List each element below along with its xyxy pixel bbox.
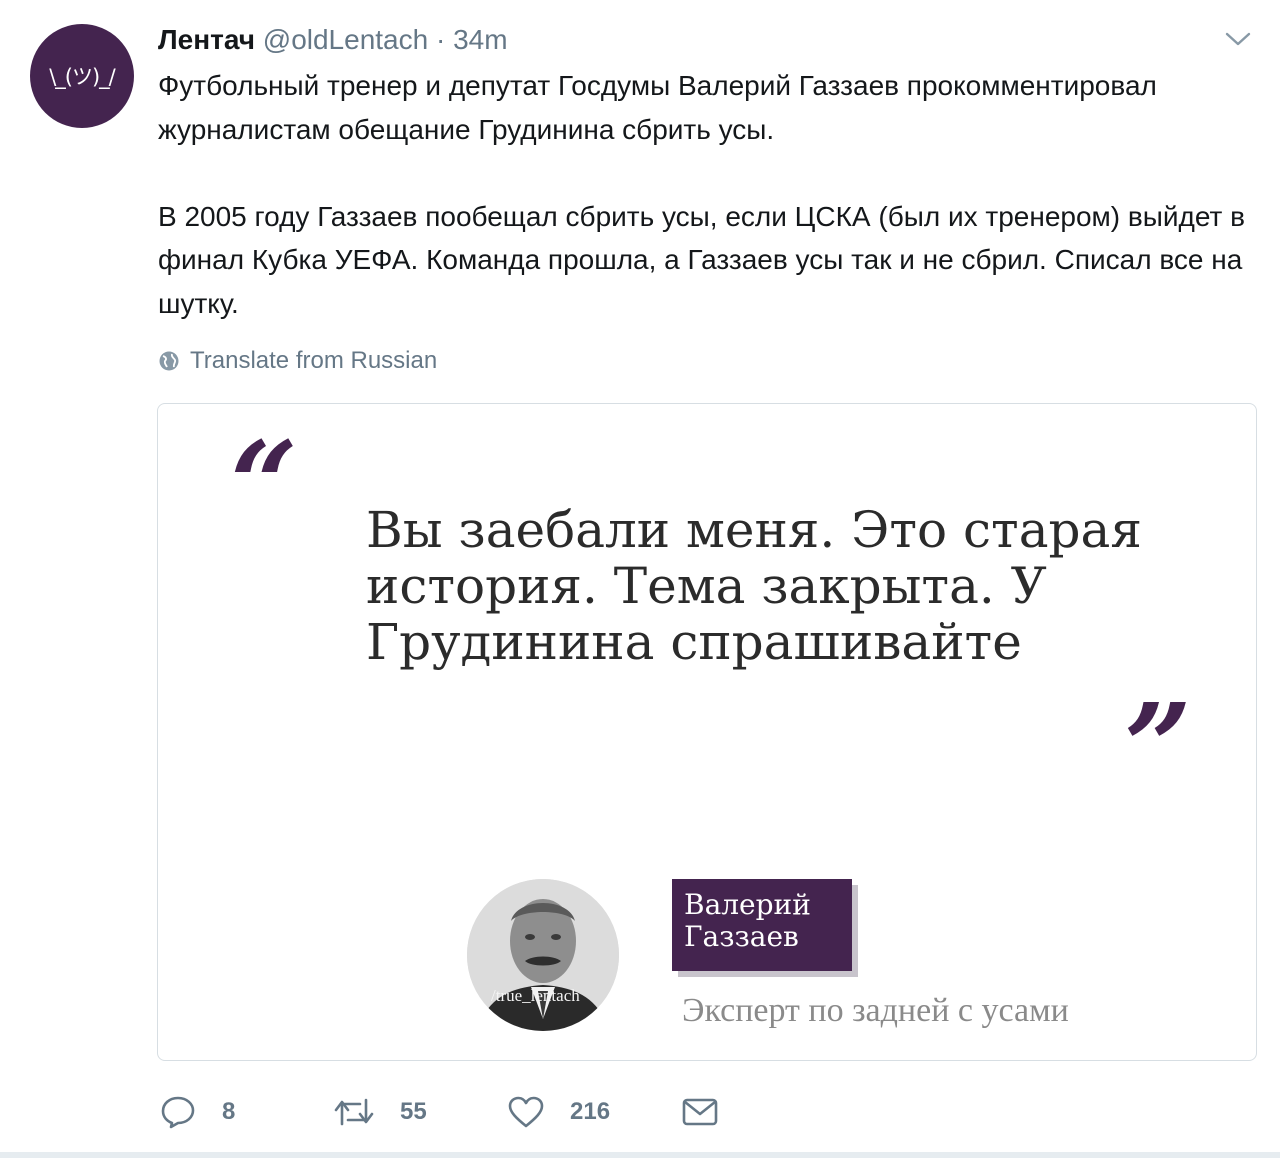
tweet-header: Лентач @oldLentach · 34m (158, 22, 508, 58)
quote-image-card[interactable]: “ Вы заебали меня. Это старая история. Т… (157, 403, 1257, 1061)
person-first-name: Валерий (684, 888, 811, 921)
like-count: 216 (570, 1098, 611, 1125)
like-button[interactable]: 216 (508, 1092, 610, 1132)
reply-icon (161, 1096, 195, 1129)
author-handle[interactable]: @oldLentach (263, 24, 428, 55)
envelope-icon (682, 1098, 718, 1126)
tweet-actions: 8 55 216 (160, 1092, 760, 1132)
avatar-logo-text: \_(ツ)_/ (49, 65, 116, 89)
retweet-button[interactable]: 55 (334, 1092, 427, 1132)
person-last-name: Газзаев (684, 920, 799, 953)
reply-count: 8 (222, 1098, 236, 1125)
retweet-icon (334, 1098, 374, 1126)
tweet-paragraph: В 2005 году Газзаев пообещал сбрить усы,… (158, 200, 1245, 319)
watermark-text: /true_lentach (491, 986, 580, 1005)
author-avatar[interactable]: \_(ツ)_/ (30, 24, 134, 128)
person-photo: /true_lentach (467, 879, 619, 1031)
person-title: Эксперт по задней с усами (682, 992, 1069, 1029)
tweet-timestamp[interactable]: 34m (453, 24, 507, 55)
author-name[interactable]: Лентач (158, 24, 255, 55)
globe-icon (159, 351, 179, 371)
quote-text: Вы заебали меня. Это старая история. Тем… (366, 501, 1142, 671)
tweet-paragraph: Футбольный тренер и депутат Госдумы Вале… (158, 70, 1157, 145)
open-quote-mark: “ (230, 415, 298, 554)
translate-label: Translate from Russian (190, 347, 438, 374)
retweet-count: 55 (400, 1098, 427, 1125)
heart-icon (508, 1096, 544, 1128)
reply-button[interactable]: 8 (160, 1092, 235, 1132)
chevron-down-icon[interactable] (1224, 28, 1252, 50)
close-quote-mark: ” (1124, 677, 1192, 816)
direct-message-button[interactable] (682, 1092, 744, 1132)
header-separator: · (435, 24, 446, 55)
translate-link[interactable]: Translate from Russian (158, 346, 437, 376)
person-name-box: Валерий Газзаев (672, 879, 852, 971)
tweet-text: Футбольный тренер и депутат Госдумы Вале… (158, 64, 1248, 325)
divider (0, 1152, 1280, 1158)
